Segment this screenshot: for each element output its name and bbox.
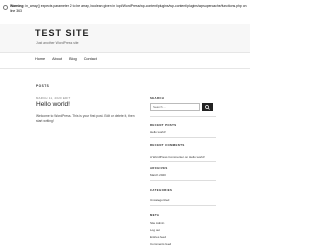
meta-link-entries-feed[interactable]: Entries feed [150, 235, 166, 239]
archive-link[interactable]: March 2020 [150, 173, 166, 177]
archives-title: ARCHIVES [150, 166, 168, 170]
category-link[interactable]: Uncategorized [150, 198, 169, 202]
nav-divider-bottom [0, 68, 250, 69]
site-description: Just another WordPress site [36, 41, 79, 45]
posts-section-label: POSTS [36, 84, 50, 88]
site-title[interactable]: TEST SITE [35, 28, 90, 38]
categories-title: CATEGORIES [150, 188, 173, 192]
php-warning-notice: Warning: in_array() expects parameter 2 … [0, 0, 250, 24]
recent-comments-title: RECENT COMMENTS [150, 143, 185, 147]
nav-item-blog[interactable]: Blog [69, 57, 77, 61]
recent-posts-title: RECENT POSTS [150, 123, 177, 127]
widget-divider [150, 205, 216, 206]
post-body: Welcome to WordPress. This is your first… [36, 114, 135, 123]
post-date[interactable]: MARCH 11, 2020 EDIT [36, 96, 71, 100]
post-title[interactable]: Hello world! [36, 101, 70, 108]
warning-label: Warning [10, 4, 24, 8]
nav-item-about[interactable]: About [52, 57, 62, 61]
primary-navigation: Home About Blog Contact [35, 57, 97, 61]
meta-link-log-out[interactable]: Log out [150, 228, 160, 232]
meta-link-comments-feed[interactable]: Comments feed [150, 242, 171, 246]
widget-divider [150, 116, 216, 117]
widget-divider [150, 180, 216, 181]
nav-divider-top [0, 52, 250, 53]
nav-item-home[interactable]: Home [35, 57, 45, 61]
warning-message: : in_array() expects parameter 2 to be a… [10, 4, 247, 13]
search-button[interactable] [202, 103, 213, 111]
widget-divider [150, 161, 216, 162]
search-widget-title: SEARCH [150, 96, 165, 100]
widget-divider [150, 137, 216, 138]
search-input[interactable] [150, 103, 200, 111]
search-icon [205, 104, 210, 110]
meta-link-site-admin[interactable]: Site Admin [150, 221, 164, 225]
nav-item-contact[interactable]: Contact [84, 57, 97, 61]
meta-title: META [150, 213, 160, 217]
recent-comment-link[interactable]: A WordPress Commenter on Hello world! [150, 155, 205, 159]
recent-post-link[interactable]: Hello world! [150, 130, 166, 134]
